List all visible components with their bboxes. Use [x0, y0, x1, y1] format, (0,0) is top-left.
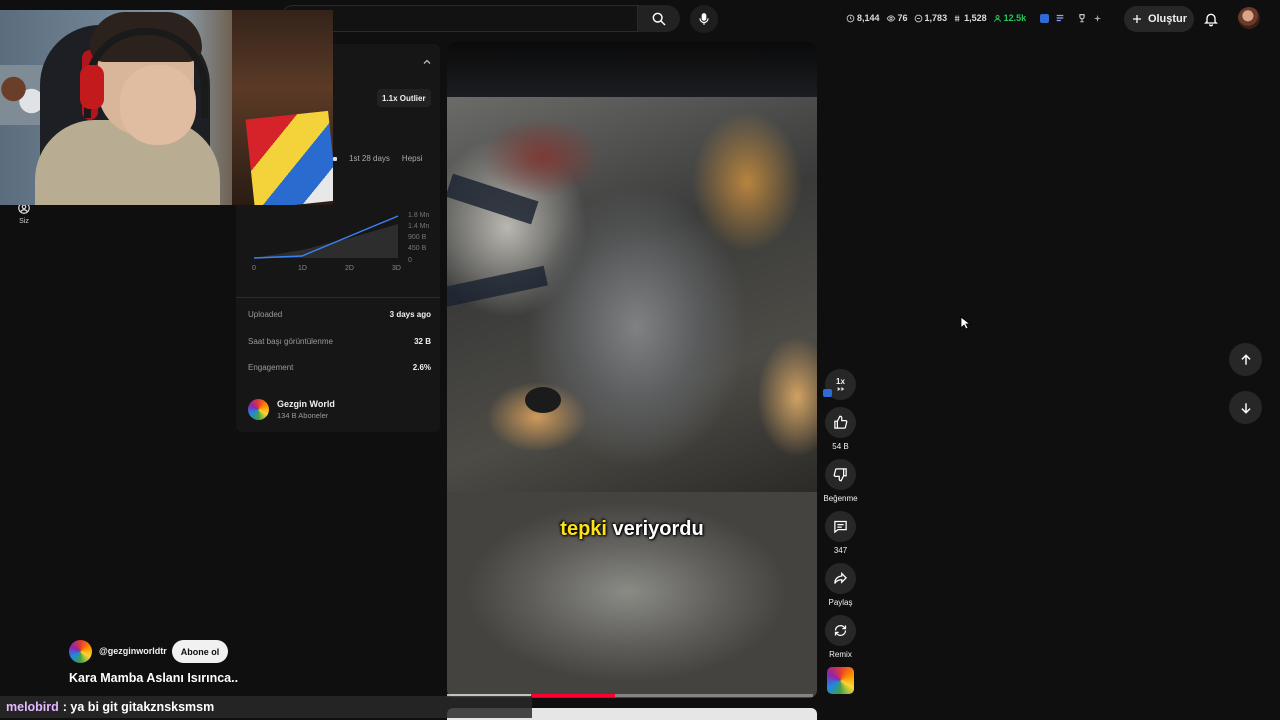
share-icon	[834, 571, 848, 584]
thumbs-down-icon	[833, 468, 847, 482]
video-title[interactable]: Kara Mamba Aslanı Isırınca..	[69, 671, 238, 685]
arrow-down-icon	[1240, 402, 1251, 414]
y-tick-3: 900 B	[408, 234, 427, 241]
shorts-video-player[interactable]: tepki veriyordu	[447, 42, 817, 698]
video-lion-frame	[447, 97, 817, 492]
list-icon[interactable]	[1055, 13, 1065, 23]
webcam-overlay	[0, 10, 333, 205]
you-nav-label: Siz	[19, 218, 29, 225]
progress-played	[531, 694, 616, 697]
stat-impressions: 1,783	[914, 13, 947, 23]
video-top-frame	[447, 42, 817, 97]
like-button[interactable]	[825, 407, 856, 438]
channel-avatar	[248, 398, 269, 420]
x-tick-0: 0	[252, 265, 256, 272]
panel-channel[interactable]: Gezgin World 134 B Aboneler	[248, 396, 335, 422]
tab-all[interactable]: Hepsi	[402, 154, 422, 163]
like-count: 54 B	[832, 442, 849, 451]
chat-username: melobird	[6, 700, 59, 714]
extension-stats: 8,144 76 1,783 1,528 12.5k	[846, 9, 1102, 27]
metric-hourly-views: Saat başı görüntülenme 32 B	[248, 336, 431, 346]
app-root: 8,144 76 1,783 1,528 12.5k Oluştur Siz 1…	[0, 0, 1280, 720]
views-chart-svg: 0 1D 2D 3D 1.8 Mn 1.4 Mn 900 B 450 B 0	[252, 212, 430, 272]
panel-divider	[236, 297, 440, 298]
dislike-button[interactable]	[825, 459, 856, 490]
notifications-button[interactable]	[1200, 8, 1222, 30]
subscribe-button[interactable]: Abone ol	[172, 640, 228, 663]
views-icon	[914, 14, 922, 22]
dislike-label: Beğenme	[823, 494, 858, 503]
account-avatar[interactable]	[1238, 7, 1260, 29]
views-chart: 0 1D 2D 3D 1.8 Mn 1.4 Mn 900 B 450 B 0	[248, 206, 434, 274]
channel-subscribers: 134 B Aboneler	[277, 410, 329, 420]
range-tabs: 1st 28 days Hepsi	[333, 154, 422, 163]
chat-text: : ya bi git gitakznsksmsm	[62, 700, 215, 714]
remix-label: Remix	[829, 650, 852, 659]
arrow-up-icon	[1240, 353, 1251, 365]
stat-watch-time: 8,144	[846, 13, 880, 23]
sound-source-avatar[interactable]	[827, 667, 854, 694]
comment-count: 347	[833, 546, 848, 555]
range-indicator	[333, 156, 337, 161]
create-button[interactable]: Oluştur	[1124, 6, 1194, 32]
x-tick-1d: 1D	[298, 265, 307, 272]
extension-icon[interactable]	[1040, 13, 1050, 23]
coin-icon	[954, 15, 960, 21]
extension-badge	[823, 389, 832, 397]
previous-video-button[interactable]	[1229, 343, 1262, 376]
background-poster	[245, 110, 333, 205]
comment-icon	[834, 520, 847, 534]
streamer-hand	[120, 65, 196, 145]
background-objects	[0, 65, 45, 125]
stat-views: 76	[886, 13, 908, 23]
metric-engagement: Engagement 2.6%	[248, 362, 431, 372]
video-caption: tepki veriyordu	[447, 518, 817, 541]
microphone-icon	[699, 13, 709, 25]
x-tick-2d: 2D	[345, 265, 354, 272]
caption-rest: veriyordu	[606, 518, 704, 540]
stat-subscribers: 12.5k	[993, 13, 1026, 23]
metric-uploaded: Uploaded 3 days ago	[248, 309, 431, 319]
search-input[interactable]	[280, 5, 638, 32]
trophy-icon[interactable]	[1077, 13, 1087, 23]
x-tick-3d: 3D	[392, 265, 401, 272]
search-icon	[652, 12, 666, 26]
tab-first-28-days[interactable]: 1st 28 days	[349, 154, 390, 163]
caption-highlight: tepki	[560, 518, 607, 540]
remix-icon	[834, 625, 847, 636]
y-tick-2: 1.4 Mn	[408, 223, 430, 230]
thumbs-up-icon	[834, 415, 848, 429]
chart-area-projection	[254, 224, 398, 258]
sparkle-icon[interactable]	[1093, 14, 1102, 23]
channel-name: Gezgin World	[277, 398, 335, 409]
user-icon	[993, 14, 1001, 22]
y-tick-5: 0	[408, 257, 412, 264]
share-label: Paylaş	[828, 598, 853, 607]
video-channel-handle[interactable]: @gezginworldtr	[99, 646, 167, 656]
chevron-up-icon[interactable]	[421, 56, 433, 68]
video-shadow	[447, 173, 539, 225]
video-channel-avatar[interactable]	[69, 640, 92, 663]
mouse-cursor-icon	[960, 316, 970, 330]
video-shadow	[447, 265, 548, 309]
plus-icon	[1132, 15, 1141, 23]
bell-icon	[1204, 13, 1218, 27]
lion-nose	[525, 387, 561, 413]
comments-button[interactable]	[825, 511, 856, 542]
share-button[interactable]	[825, 563, 856, 594]
remix-button[interactable]	[825, 615, 856, 646]
next-video-button[interactable]	[1229, 391, 1262, 424]
y-tick-1: 1.8 Mn	[408, 212, 430, 219]
stream-chat-message: melobird : ya bi git gitakznsksmsm	[0, 696, 532, 718]
y-tick-4: 450 B	[408, 245, 427, 252]
fast-forward-icon	[837, 387, 844, 391]
voice-search-button[interactable]	[690, 5, 718, 33]
clock-icon	[846, 14, 855, 22]
headset-earcup	[80, 65, 104, 109]
search-button[interactable]	[638, 5, 680, 32]
eye-icon	[886, 14, 895, 22]
stat-coins: 1,528	[953, 13, 987, 23]
outlier-badge: 1.1x Outlier	[377, 89, 431, 107]
